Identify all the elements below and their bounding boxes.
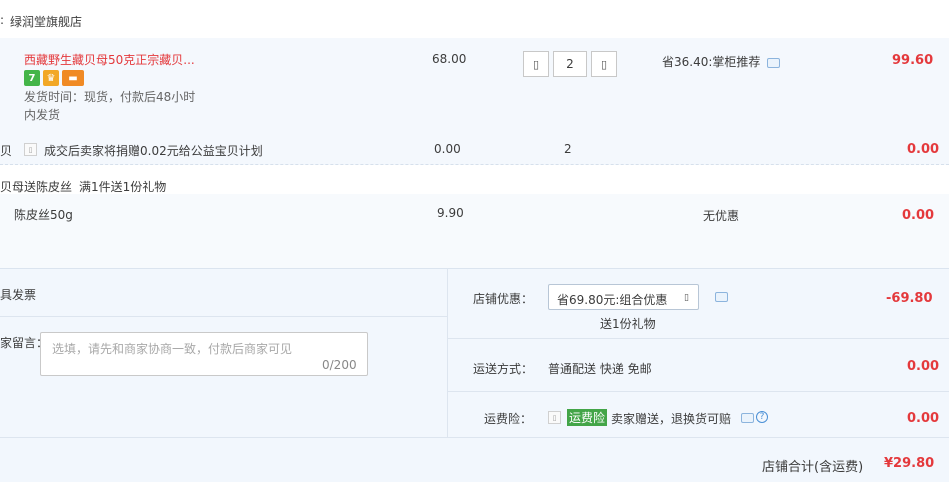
message-placeholder: 选填，请先和商家协商一致，付款后商家可见 bbox=[52, 342, 293, 356]
shipping-amount: 0.00 bbox=[907, 359, 940, 374]
invoice-label[interactable]: 具发票 bbox=[0, 286, 36, 303]
insurance-checkbox[interactable]: ▯ bbox=[548, 411, 561, 424]
store-discount-value: 省69.80元:组合优惠 bbox=[557, 293, 668, 307]
charity-price: 0.00 bbox=[434, 142, 461, 156]
gift-item-subtotal: 0.00 bbox=[902, 208, 935, 223]
item-unit-price: 68.00 bbox=[432, 52, 467, 66]
chat-icon[interactable] bbox=[741, 413, 754, 423]
item-subtotal: 99.60 bbox=[892, 53, 934, 68]
store-total-label: 店铺合计(含运费) bbox=[762, 460, 864, 475]
store-discount-note: 送1份礼物 bbox=[600, 317, 656, 331]
divider bbox=[448, 338, 949, 339]
charity-text: 成交后卖家将捐赠0.02元给公益宝贝计划 bbox=[44, 144, 263, 158]
quantity-increase-button[interactable]: ▯ bbox=[591, 51, 617, 77]
divider bbox=[0, 316, 447, 317]
shipping-label: 运送方式： bbox=[473, 362, 534, 376]
store-total-amount: ¥29.80 bbox=[884, 456, 935, 471]
insurance-tag: 运费险 bbox=[567, 409, 608, 426]
shop-name-link[interactable]: 绿润堂旗舰店 bbox=[10, 13, 82, 30]
message-char-counter: 0/200 bbox=[322, 358, 357, 372]
quantity-decrease-button[interactable]: ▯ bbox=[523, 51, 549, 77]
quantity-input[interactable]: 2 bbox=[553, 51, 587, 77]
shop-header bbox=[0, 0, 949, 39]
charity-prefix: 贝 bbox=[0, 144, 13, 158]
shipping-method[interactable]: 普通配送 快递 免邮 bbox=[548, 360, 652, 377]
chevron-down-icon[interactable]: ▯ bbox=[680, 291, 693, 304]
gift-item-name: 陈皮丝50g bbox=[14, 208, 73, 222]
insurance-text: 卖家赠送，退换货可赔 bbox=[611, 412, 732, 426]
insurance-amount: 0.00 bbox=[907, 411, 940, 426]
guarantee-shield-icon[interactable]: ♛ bbox=[43, 70, 59, 86]
item-title-link[interactable]: 西藏野生藏贝母50克正宗藏贝... bbox=[24, 51, 195, 68]
item-discount-text: 省36.40:掌柜推荐 bbox=[662, 55, 761, 69]
divider bbox=[0, 437, 949, 438]
delivery-time-text-2: 内发货 bbox=[24, 108, 61, 122]
seven-day-return-icon[interactable]: 7 bbox=[24, 70, 40, 86]
chat-icon[interactable] bbox=[767, 58, 780, 68]
insurance-label: 运费险： bbox=[484, 412, 533, 426]
charity-subtotal: 0.00 bbox=[907, 142, 940, 157]
gift-promo-text: 满1件送1份礼物 bbox=[79, 180, 167, 194]
gift-item-price: 9.90 bbox=[437, 206, 464, 220]
credit-card-icon[interactable]: ▬ bbox=[62, 70, 84, 86]
store-discount-label: 店铺优惠： bbox=[473, 292, 534, 306]
help-icon[interactable]: ? bbox=[756, 411, 768, 423]
item-badges: 7 ♛ ▬ bbox=[24, 70, 84, 86]
gift-promo-title: 贝母送陈皮丝 bbox=[0, 180, 73, 194]
gift-item-discount: 无优惠 bbox=[703, 209, 740, 223]
column-divider bbox=[447, 268, 448, 438]
delivery-time-text: 发货时间：现货，付款后48小时 bbox=[24, 90, 196, 104]
charity-quantity: 2 bbox=[564, 142, 572, 156]
store-discount-amount: -69.80 bbox=[886, 291, 933, 306]
shop-name-prefix: : bbox=[0, 13, 5, 27]
gift-item-row bbox=[0, 194, 949, 268]
divider bbox=[448, 391, 949, 392]
charity-icon: ▯ bbox=[24, 143, 37, 156]
chat-icon[interactable] bbox=[715, 292, 728, 302]
